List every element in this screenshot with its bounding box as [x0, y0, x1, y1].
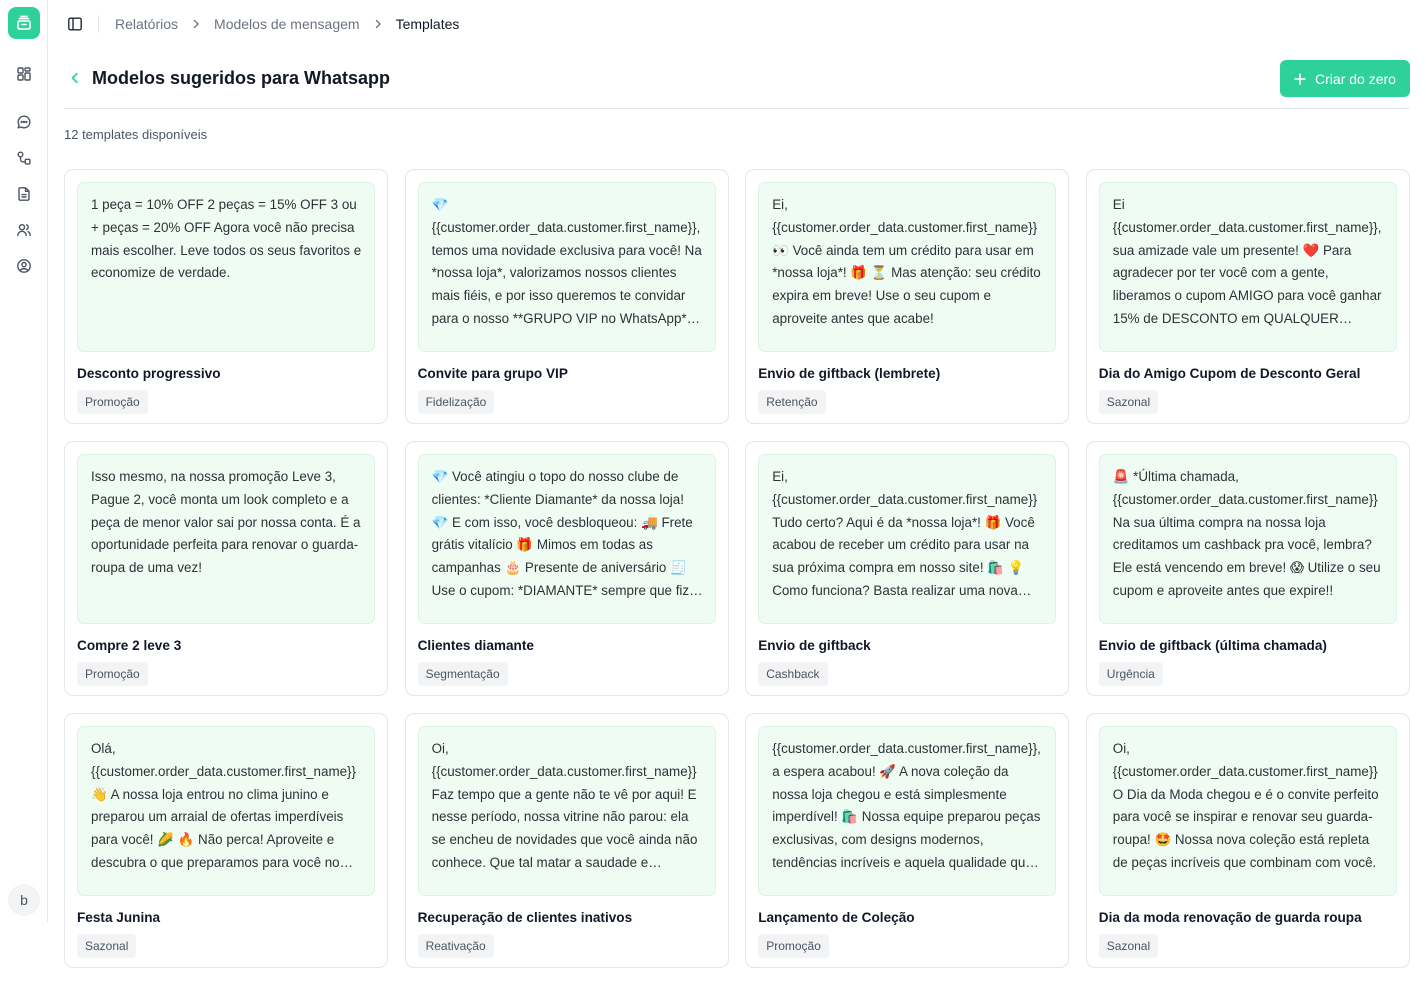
- template-title: Envio de giftback (última chamada): [1098, 638, 1327, 653]
- template-card[interactable]: 🚨 *Última chamada, {{customer.order_data…: [1085, 441, 1410, 696]
- preview-text: Olá, {{customer.order_data.customer.firs…: [91, 741, 356, 870]
- preview-text: Oi, {{customer.order_data.customer.first…: [431, 741, 698, 870]
- preview-text: Ei, {{customer.order_data.customer.first…: [772, 469, 1038, 598]
- template-title: Dia da moda renovação de guarda roupa: [1098, 910, 1362, 925]
- document-icon[interactable]: [14, 184, 34, 204]
- message-preview: Oi, {{customer.order_data.customer.first…: [1098, 726, 1397, 896]
- breadcrumb: Relatórios Modelos de mensagem Templates: [115, 16, 459, 32]
- message-preview: 💎 {{customer.order_data.customer.first_n…: [417, 182, 716, 352]
- account-icon[interactable]: [14, 256, 34, 276]
- template-title: Compre 2 leve 3: [77, 638, 182, 653]
- message-preview: {{customer.order_data.customer.first_nam…: [758, 726, 1057, 896]
- preview-text: 🚨 *Última chamada, {{customer.order_data…: [1112, 469, 1381, 598]
- breadcrumb-current: Templates: [395, 16, 460, 32]
- template-title: Desconto progressivo: [77, 366, 221, 381]
- create-button-label: Criar do zero: [1315, 70, 1396, 87]
- category-tag: Promoção: [77, 662, 148, 686]
- template-title: Dia do Amigo Cupom de Desconto Geral: [1098, 366, 1361, 381]
- plus-icon: [1294, 72, 1306, 85]
- template-title: Recuperação de clientes inativos: [417, 910, 633, 925]
- template-title: Festa Junina: [77, 910, 161, 925]
- dashboard-icon[interactable]: [14, 64, 34, 84]
- template-card[interactable]: 💎 {{customer.order_data.customer.first_n…: [404, 169, 729, 424]
- template-title: Envio de giftback: [758, 638, 871, 653]
- category-tag: Sazonal: [77, 934, 137, 958]
- template-title: Convite para grupo VIP: [417, 366, 568, 381]
- template-card[interactable]: {{customer.order_data.customer.first_nam…: [745, 713, 1070, 968]
- category-tag: Reativação: [417, 934, 494, 958]
- message-preview: 1 peça = 10% OFF 2 peças = 15% OFF 3 ou …: [77, 182, 375, 352]
- template-card[interactable]: Ei {{customer.order_data.customer.first_…: [1085, 169, 1410, 424]
- template-card[interactable]: Oi, {{customer.order_data.customer.first…: [1085, 713, 1410, 968]
- preview-text: Ei {{customer.order_data.customer.first_…: [1112, 197, 1382, 326]
- preview-text: Isso mesmo, na nossa promoção Leve 3, Pa…: [91, 469, 361, 576]
- preview-text: 💎 {{customer.order_data.customer.first_n…: [431, 197, 702, 326]
- templates-count: 12 templates disponíveis: [64, 127, 208, 142]
- category-tag: Sazonal: [1098, 934, 1159, 958]
- template-card[interactable]: Ei, {{customer.order_data.customer.first…: [745, 169, 1070, 424]
- category-tag: Urgência: [1098, 662, 1163, 686]
- category-tag: Fidelização: [417, 390, 495, 414]
- preview-text: 1 peça = 10% OFF 2 peças = 15% OFF 3 ou …: [91, 197, 362, 281]
- category-tag: Retenção: [758, 390, 826, 414]
- category-tag: Promoção: [77, 390, 148, 414]
- category-tag: Segmentação: [417, 662, 508, 686]
- template-card[interactable]: Oi, {{customer.order_data.customer.first…: [404, 713, 729, 968]
- chevron-right-icon: [373, 19, 383, 29]
- templates-grid: 1 peça = 10% OFF 2 peças = 15% OFF 3 ou …: [64, 169, 1410, 968]
- message-preview: Ei {{customer.order_data.customer.first_…: [1098, 182, 1397, 352]
- divider: [98, 15, 99, 33]
- sidebar: b: [0, 0, 48, 922]
- chevron-right-icon: [191, 19, 201, 29]
- template-card[interactable]: Ei, {{customer.order_data.customer.first…: [745, 441, 1070, 696]
- template-title: Clientes diamante: [417, 638, 534, 653]
- template-card[interactable]: 1 peça = 10% OFF 2 peças = 15% OFF 3 ou …: [64, 169, 388, 424]
- flow-icon[interactable]: [14, 148, 34, 168]
- preview-text: 💎 Você atingiu o topo do nosso clube de …: [431, 469, 701, 598]
- message-preview: 🚨 *Última chamada, {{customer.order_data…: [1098, 454, 1397, 624]
- avatar[interactable]: b: [8, 884, 40, 916]
- template-card[interactable]: Isso mesmo, na nossa promoção Leve 3, Pa…: [64, 441, 388, 696]
- sidebar-toggle-icon[interactable]: [66, 15, 84, 33]
- stack-icon[interactable]: [8, 7, 40, 39]
- category-tag: Cashback: [758, 662, 828, 686]
- message-preview: 💎 Você atingiu o topo do nosso clube de …: [417, 454, 716, 624]
- message-preview: Ei, {{customer.order_data.customer.first…: [758, 182, 1057, 352]
- message-preview: Olá, {{customer.order_data.customer.firs…: [77, 726, 375, 896]
- page-title: Modelos sugeridos para Whatsapp: [92, 68, 391, 88]
- category-tag: Promoção: [758, 934, 829, 958]
- back-chevron-icon[interactable]: [66, 69, 84, 87]
- template-title: Envio de giftback (lembrete): [758, 366, 941, 381]
- top-bar: Relatórios Modelos de mensagem Templates: [48, 0, 1426, 48]
- message-preview: Oi, {{customer.order_data.customer.first…: [417, 726, 716, 896]
- breadcrumb-item-modelos[interactable]: Modelos de mensagem: [214, 16, 360, 32]
- page-header: Modelos sugeridos para Whatsapp Criar do…: [64, 60, 1410, 109]
- template-title: Lançamento de Coleção: [758, 910, 915, 925]
- preview-text: {{customer.order_data.customer.first_nam…: [772, 741, 1041, 870]
- template-card[interactable]: 💎 Você atingiu o topo do nosso clube de …: [404, 441, 729, 696]
- message-preview: Isso mesmo, na nossa promoção Leve 3, Pa…: [77, 454, 375, 624]
- preview-text: Oi, {{customer.order_data.customer.first…: [1112, 741, 1379, 870]
- category-tag: Sazonal: [1098, 390, 1159, 414]
- message-preview: Ei, {{customer.order_data.customer.first…: [758, 454, 1057, 624]
- chat-icon[interactable]: [14, 112, 34, 132]
- create-from-scratch-button[interactable]: Criar do zero: [1280, 60, 1410, 97]
- users-icon[interactable]: [14, 220, 34, 240]
- template-card[interactable]: Olá, {{customer.order_data.customer.firs…: [64, 713, 388, 968]
- breadcrumb-item-relatorios[interactable]: Relatórios: [115, 16, 178, 32]
- preview-text: Ei, {{customer.order_data.customer.first…: [772, 197, 1041, 326]
